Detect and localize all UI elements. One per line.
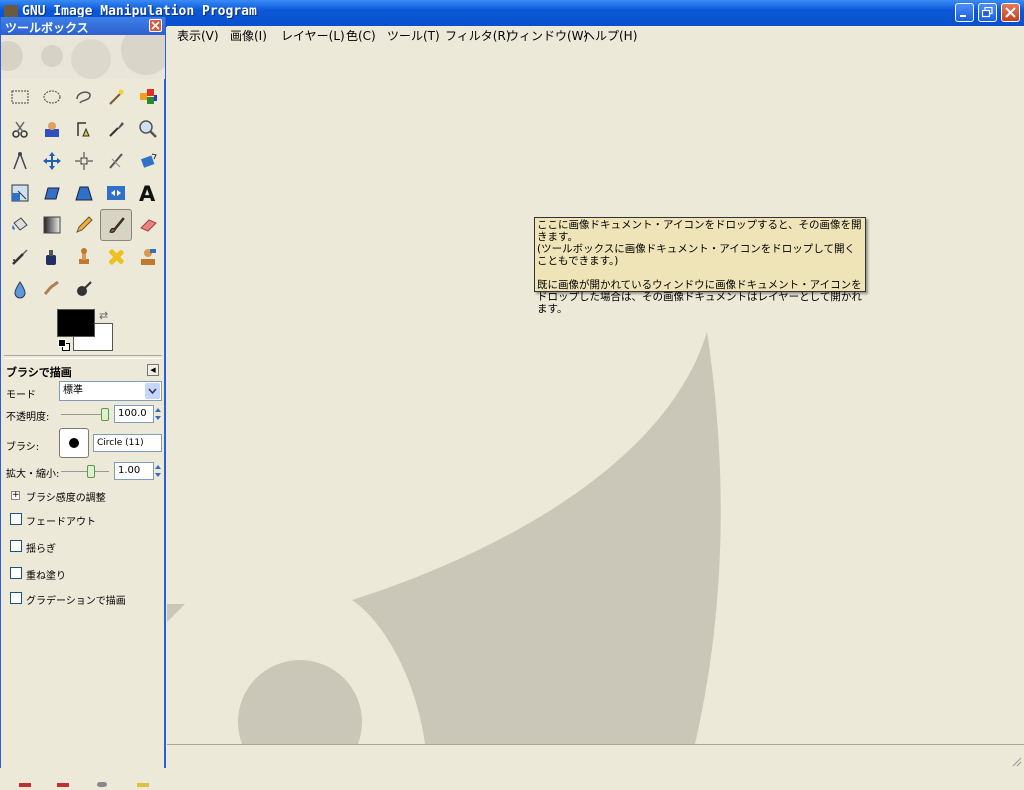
expander-icon[interactable]: + — [11, 491, 20, 500]
incremental-label: 重ね塗り — [26, 571, 66, 582]
toolbox-bottom-icons — [1, 777, 165, 787]
color-area[interactable]: ⇄ — [57, 309, 115, 353]
blend-icon[interactable] — [36, 209, 68, 241]
paintbrush-icon[interactable] — [100, 209, 132, 241]
menu-layer[interactable]: レイヤー(L) — [281, 27, 345, 44]
pencil-icon[interactable] — [68, 209, 100, 241]
opacity-slider-thumb[interactable] — [101, 408, 109, 421]
tool-options-title: ブラシで描画 — [6, 366, 72, 379]
free-select-icon[interactable] — [68, 81, 100, 113]
ink-icon[interactable] — [36, 241, 68, 273]
svg-text:A: A — [139, 182, 156, 204]
tool-grid: A — [4, 81, 164, 305]
brush-name-field[interactable]: Circle (11) — [93, 434, 162, 452]
scissors-icon[interactable] — [4, 113, 36, 145]
scale-spin-arrows[interactable] — [154, 462, 162, 480]
eraser-icon[interactable] — [132, 209, 164, 241]
flip-icon[interactable] — [100, 177, 132, 209]
tooltip-line-3: 既に画像が開かれているウィンドウに画像ドキュメント・アイコンをドロップした場合は… — [537, 279, 862, 315]
minimize-icon — [960, 15, 966, 17]
status-bar — [167, 744, 1024, 769]
close-icon — [1005, 7, 1016, 18]
mode-label: モード — [6, 390, 36, 401]
shear-icon[interactable] — [36, 177, 68, 209]
ellipse-select-icon[interactable] — [36, 81, 68, 113]
image-drop-area[interactable] — [167, 44, 1024, 744]
jitter-checkbox[interactable] — [10, 540, 22, 552]
mode-select[interactable]: 標準 — [59, 381, 162, 401]
menu-colors[interactable]: 色(C) — [346, 27, 376, 44]
rotate-icon[interactable] — [132, 145, 164, 177]
text-icon[interactable]: A — [132, 177, 164, 209]
menu-view[interactable]: 表示(V) — [177, 27, 219, 44]
rect-select-icon[interactable] — [4, 81, 36, 113]
chevron-down-icon — [145, 383, 160, 399]
fuzzy-select-icon[interactable] — [100, 81, 132, 113]
restore-options-icon[interactable]: ◀ — [147, 364, 159, 376]
scale-label: 拡大・縮小: — [6, 469, 60, 480]
crop-icon[interactable] — [100, 145, 132, 177]
blur-icon[interactable] — [4, 273, 36, 305]
clone-icon[interactable] — [68, 241, 100, 273]
scale-slider-thumb[interactable] — [87, 465, 95, 478]
color-select-icon[interactable] — [132, 81, 164, 113]
use-gradient-checkbox[interactable] — [10, 592, 22, 604]
toolbox-title: ツールボックス — [5, 21, 89, 35]
divider — [4, 355, 162, 359]
dodge-burn-icon[interactable] — [68, 273, 100, 305]
toolbox-title-bar: ツールボックス — [1, 17, 165, 35]
drop-hint-tooltip: ここに画像ドキュメント・アイコンをドロップすると、その画像を開きます。 (ツール… — [534, 217, 866, 315]
bucket-fill-icon[interactable] — [4, 209, 36, 241]
incremental-checkbox[interactable] — [10, 567, 22, 579]
move-icon[interactable] — [36, 145, 68, 177]
color-picker-icon[interactable] — [100, 113, 132, 145]
perspective-icon[interactable] — [68, 177, 100, 209]
toolbox-window: ツールボックス A ⇄ ブラシで描画 ◀ モード 標準 不透明度: 100.0 … — [0, 17, 166, 787]
brush-preview-button[interactable] — [59, 428, 89, 458]
opacity-spin-arrows[interactable] — [154, 405, 162, 423]
menu-bar: 表示(V) 画像(I) レイヤー(L) 色(C) ツール(T) フィルタ(R) … — [167, 26, 1024, 44]
wilber-banner — [1, 35, 165, 79]
foreground-select-icon[interactable] — [36, 113, 68, 145]
paths-icon[interactable] — [68, 113, 100, 145]
foreground-color-swatch[interactable] — [57, 309, 95, 337]
tooltip-line-2: (ツールボックスに画像ドキュメント・アイコンをドロップして開くこともできます。) — [537, 243, 855, 267]
restore-button[interactable] — [978, 3, 997, 22]
menu-filters[interactable]: フィルタ(R) — [445, 27, 510, 44]
opacity-input[interactable]: 100.0 — [114, 405, 154, 423]
brush-sensitivity-expander[interactable]: ブラシ感度の調整 — [26, 489, 106, 504]
default-colors-icon-fg — [58, 339, 66, 347]
scale-slider-track[interactable] — [61, 471, 109, 472]
opacity-label: 不透明度: — [6, 412, 50, 423]
smudge-icon[interactable] — [36, 273, 68, 305]
heal-icon[interactable] — [100, 241, 132, 273]
menu-help[interactable]: ヘルプ(H) — [583, 27, 637, 44]
toolbox-close-button[interactable] — [149, 19, 162, 32]
measure-icon[interactable] — [4, 145, 36, 177]
airbrush-icon[interactable] — [4, 241, 36, 273]
brush-label: ブラシ: — [6, 442, 40, 453]
close-icon — [151, 21, 160, 30]
mode-value: 標準 — [63, 385, 83, 396]
zoom-icon[interactable] — [132, 113, 164, 145]
tooltip-line-1: ここに画像ドキュメント・アイコンをドロップすると、その画像を開きます。 — [537, 219, 862, 243]
scale-input[interactable]: 1.00 — [114, 462, 154, 480]
fade-out-label: フェードアウト — [26, 517, 96, 528]
swap-colors-icon[interactable]: ⇄ — [99, 309, 108, 322]
menu-windows[interactable]: ウィンドウ(W) — [507, 27, 588, 44]
use-gradient-label: グラデーションで描画 — [26, 596, 126, 607]
restore-icon — [982, 7, 993, 18]
brush-preview-icon — [69, 438, 79, 448]
close-button[interactable] — [1001, 3, 1020, 22]
resize-grip-icon[interactable] — [1010, 755, 1022, 767]
wilber-watermark — [167, 332, 721, 744]
jitter-label: 揺らぎ — [26, 544, 56, 555]
menu-image[interactable]: 画像(I) — [230, 27, 267, 44]
perspective-clone-icon[interactable] — [132, 241, 164, 273]
scale-icon[interactable] — [4, 177, 36, 209]
minimize-button[interactable] — [955, 3, 974, 22]
fade-out-checkbox[interactable] — [10, 513, 22, 525]
menu-tools[interactable]: ツール(T) — [387, 27, 440, 44]
align-icon[interactable] — [68, 145, 100, 177]
